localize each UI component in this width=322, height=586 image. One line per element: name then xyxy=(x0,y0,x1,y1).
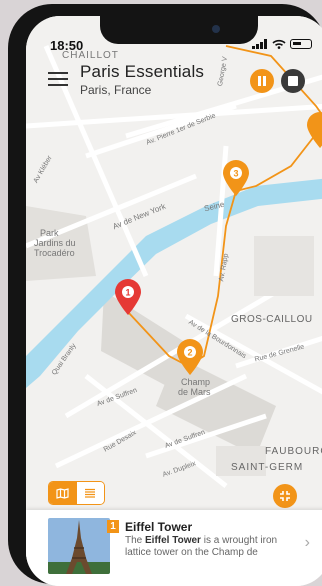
map-marker-3[interactable]: 3 xyxy=(222,159,250,197)
district-label: FAUBOURG xyxy=(265,446,322,457)
marker-number: 3 xyxy=(233,169,238,179)
camera-icon xyxy=(212,25,220,33)
chevron-right-icon[interactable]: › xyxy=(305,534,310,552)
place-label: Park xyxy=(40,228,59,238)
place-title: Eiffel Tower xyxy=(125,520,193,534)
wifi-icon xyxy=(272,39,286,49)
marker-number: 2 xyxy=(187,348,192,358)
map-marker-offscreen[interactable] xyxy=(306,111,322,149)
map-marker-1[interactable]: 1 xyxy=(114,278,142,316)
phone-frame: CHAILLOT GROS-CAILLOU FAUBOURG SAINT-GER… xyxy=(8,4,322,586)
map-view-button[interactable] xyxy=(49,482,77,504)
signal-icon xyxy=(252,39,268,49)
place-label: Trocadéro xyxy=(34,248,75,258)
place-label: Champ xyxy=(181,377,211,387)
locate-icon xyxy=(280,491,290,501)
locate-button[interactable] xyxy=(273,484,297,508)
district-label: SAINT-GERM xyxy=(231,462,304,473)
marker-number: 1 xyxy=(125,288,130,298)
stop-number-badge: 1 xyxy=(107,520,119,533)
pause-button[interactable] xyxy=(250,69,274,93)
status-time: 18:50 xyxy=(50,38,84,53)
menu-icon[interactable] xyxy=(48,72,68,90)
app-screen: CHAILLOT GROS-CAILLOU FAUBOURG SAINT-GER… xyxy=(26,16,322,586)
stop-button[interactable] xyxy=(281,69,305,93)
map-icon xyxy=(56,487,69,499)
place-label: de Mars xyxy=(178,387,211,397)
phone-notch xyxy=(100,16,258,44)
battery-icon xyxy=(290,39,312,49)
page-title: Paris Essentials xyxy=(80,62,205,81)
eiffel-tower-thumbnail xyxy=(48,518,110,574)
map-marker-2[interactable]: 2 xyxy=(176,338,204,376)
view-toggle xyxy=(48,481,105,505)
place-card[interactable]: 1 Eiffel Tower The Eiffel Tower is a wro… xyxy=(26,510,322,586)
status-icons xyxy=(252,39,312,49)
place-label: Jardins du xyxy=(34,238,76,248)
page-subtitle: Paris, France xyxy=(80,83,152,97)
list-view-button[interactable] xyxy=(76,482,104,504)
district-label: GROS-CAILLOU xyxy=(231,314,313,325)
list-icon xyxy=(85,488,96,498)
place-description: The Eiffel Tower is a wrought iron latti… xyxy=(125,535,278,558)
